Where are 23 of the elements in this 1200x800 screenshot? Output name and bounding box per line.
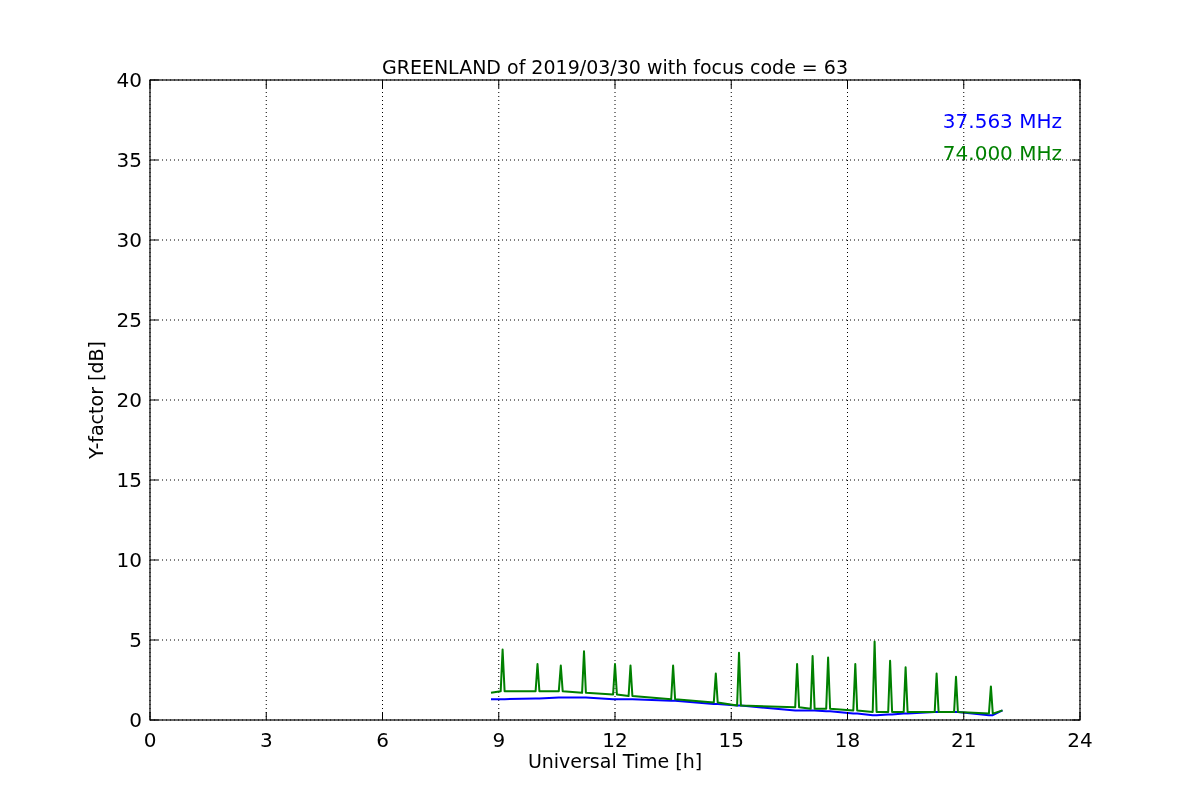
tick-label: 30: [116, 228, 142, 252]
legend-label: 37.563 MHz: [942, 109, 1062, 133]
tick-label: 15: [718, 728, 744, 752]
tick-label: 12: [602, 728, 628, 752]
tick-label: 10: [116, 548, 142, 572]
tick-label: 9: [492, 728, 506, 752]
axis-label: Y-factor [dB]: [85, 341, 107, 459]
tick-label: 18: [834, 728, 861, 752]
chart-title: GREENLAND of 2019/03/30 with focus code = 63: [382, 56, 848, 78]
tick-label: 5: [129, 628, 142, 652]
tick-label: 20: [116, 388, 142, 412]
tick-label: 6: [376, 728, 389, 752]
tick-label: 35: [116, 148, 142, 172]
tick-label: 0: [129, 708, 142, 732]
tick-label: 15: [116, 468, 142, 492]
tick-label: 24: [1067, 728, 1093, 752]
tick-label: 25: [116, 308, 142, 332]
axis-label: Universal Time [h]: [527, 750, 703, 772]
legend-label: 74.000 MHz: [942, 141, 1062, 165]
tick-label: 40: [116, 68, 142, 92]
tick-label: 21: [951, 728, 977, 752]
tick-label: 0: [143, 728, 157, 752]
tick-label: 3: [259, 728, 273, 752]
